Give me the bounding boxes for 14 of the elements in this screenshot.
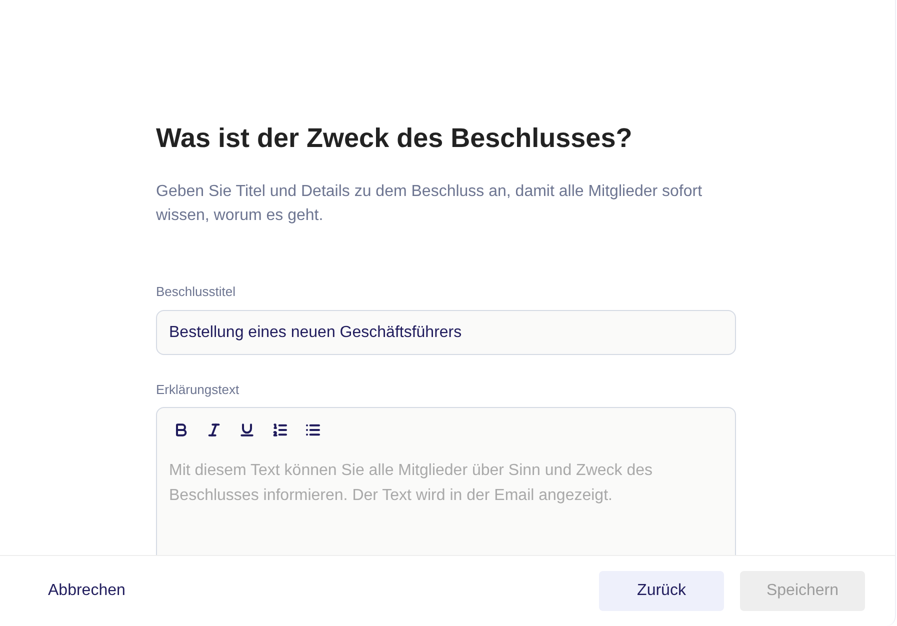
cancel-button[interactable]: Abbrechen — [48, 582, 126, 600]
italic-icon — [206, 422, 222, 438]
secondary-action-button[interactable]: Zurück — [599, 571, 724, 611]
page-heading: Was ist der Zweck des Beschlusses? — [156, 122, 632, 155]
underline-icon — [239, 422, 255, 438]
bullet-list-icon — [305, 422, 321, 438]
description-text: Geben Sie Titel und Details zu dem Beschluss an, damit alle Mitglieder sofort wissen, worum es geht. — [156, 182, 704, 226]
bold-icon — [173, 422, 189, 438]
numbered-list-icon — [272, 422, 288, 438]
title-input-field[interactable]: Bestellung eines neuen Geschäftsführers — [156, 310, 736, 355]
explanation-text-field[interactable]: Mit diesem Text können Sie alle Mitglieder über Sinn und Zweck des Beschlusses informieren. Der Text wird in der Email angezeigt. — [169, 458, 723, 555]
field-label: Beschlusstitel — [156, 283, 236, 301]
field-label: Erklärungstext — [156, 381, 240, 399]
rich-text-editor-field[interactable]: Mit diesem Text können Sie alle Mitglieder über Sinn und Zweck des Beschlusses informieren. Der Text wird in der Email angezeigt. — [156, 407, 736, 555]
